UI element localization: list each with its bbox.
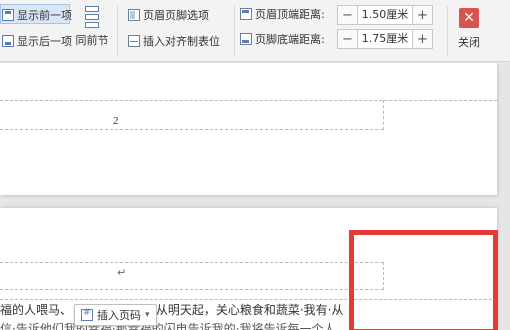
body-text-line: 信·告诉他们我的幸福·那幸福的闪电告诉我的·我将告诉每一个人 <box>0 322 336 330</box>
insert-page-number-button[interactable]: 插入页码 ▾ <box>74 304 157 326</box>
header-footer-options-label: 页眉页脚选项 <box>143 9 209 22</box>
paragraph-mark: ↵ <box>117 266 127 279</box>
close-icon: ✕ <box>459 8 479 28</box>
page-number: 2 <box>113 115 119 127</box>
header-footer-ribbon: 显示前一项 显示后一项 同前节 页眉页脚选项 插入对齐制表位 页眉顶端距离: −… <box>0 0 510 62</box>
header-distance-decrease-button[interactable]: − <box>338 6 358 24</box>
chevron-down-icon: ▾ <box>145 310 150 320</box>
footer-distance-value[interactable]: 1.75厘米 <box>358 30 412 48</box>
show-next-label: 显示后一项 <box>17 35 72 48</box>
same-as-previous-icon <box>85 6 99 28</box>
ribbon-divider <box>447 6 448 56</box>
footer-bottom-distance-spinner[interactable]: − 1.75厘米 + <box>337 29 433 49</box>
header-footer-options-button[interactable]: 页眉页脚选项 <box>128 7 209 23</box>
same-as-previous-label: 同前节 <box>75 34 109 47</box>
header-area-top-line <box>0 262 383 263</box>
insert-alignment-tab-button[interactable]: 插入对齐制表位 <box>128 33 220 49</box>
footer-area-bottom-line <box>0 129 383 130</box>
body-text-left: 福的人喂马、 <box>0 303 73 317</box>
body-text-right: ·从明天起，关心粮食和蔬菜·我有·从 <box>152 303 344 317</box>
show-previous-label: 显示前一项 <box>17 9 72 22</box>
footer-distance-icon <box>240 33 252 45</box>
show-next-button[interactable]: 显示后一项 <box>2 33 72 49</box>
close-header-footer-button[interactable]: ✕ 关闭 <box>454 6 484 50</box>
header-distance-icon <box>240 8 252 20</box>
ribbon-divider <box>234 6 235 56</box>
footer-area-right-line <box>383 100 384 130</box>
header-distance-value[interactable]: 1.50厘米 <box>358 6 412 24</box>
body-text-line: 福的人喂马、 ·从明天起，关心粮食和蔬菜·我有·从 <box>0 301 380 318</box>
next-item-icon <box>2 35 14 47</box>
insert-alignment-tab-label: 插入对齐制表位 <box>143 35 220 48</box>
footer-distance-increase-button[interactable]: + <box>412 30 432 48</box>
ribbon-divider <box>117 6 118 56</box>
annotation-highlight-box <box>349 230 498 330</box>
header-distance-increase-button[interactable]: + <box>412 6 432 24</box>
show-previous-button[interactable]: 显示前一项 <box>2 7 72 23</box>
header-top-distance-spinner[interactable]: − 1.50厘米 + <box>337 5 433 25</box>
alignment-tab-icon <box>128 35 140 47</box>
previous-item-icon <box>2 9 14 21</box>
header-area-bottom-line <box>0 289 383 290</box>
header-top-distance-label: 页眉顶端距离: <box>240 6 325 22</box>
page-options-icon <box>128 9 140 21</box>
page-number-icon <box>81 308 93 321</box>
footer-bottom-distance-label: 页脚底端距离: <box>240 31 325 47</box>
document-page-previous <box>0 63 497 195</box>
footer-distance-decrease-button[interactable]: − <box>338 30 358 48</box>
same-as-previous-button[interactable]: 同前节 <box>74 4 110 58</box>
insert-page-number-label: 插入页码 <box>97 309 141 322</box>
footer-boundary-line <box>0 100 497 101</box>
close-label: 关闭 <box>458 36 480 49</box>
